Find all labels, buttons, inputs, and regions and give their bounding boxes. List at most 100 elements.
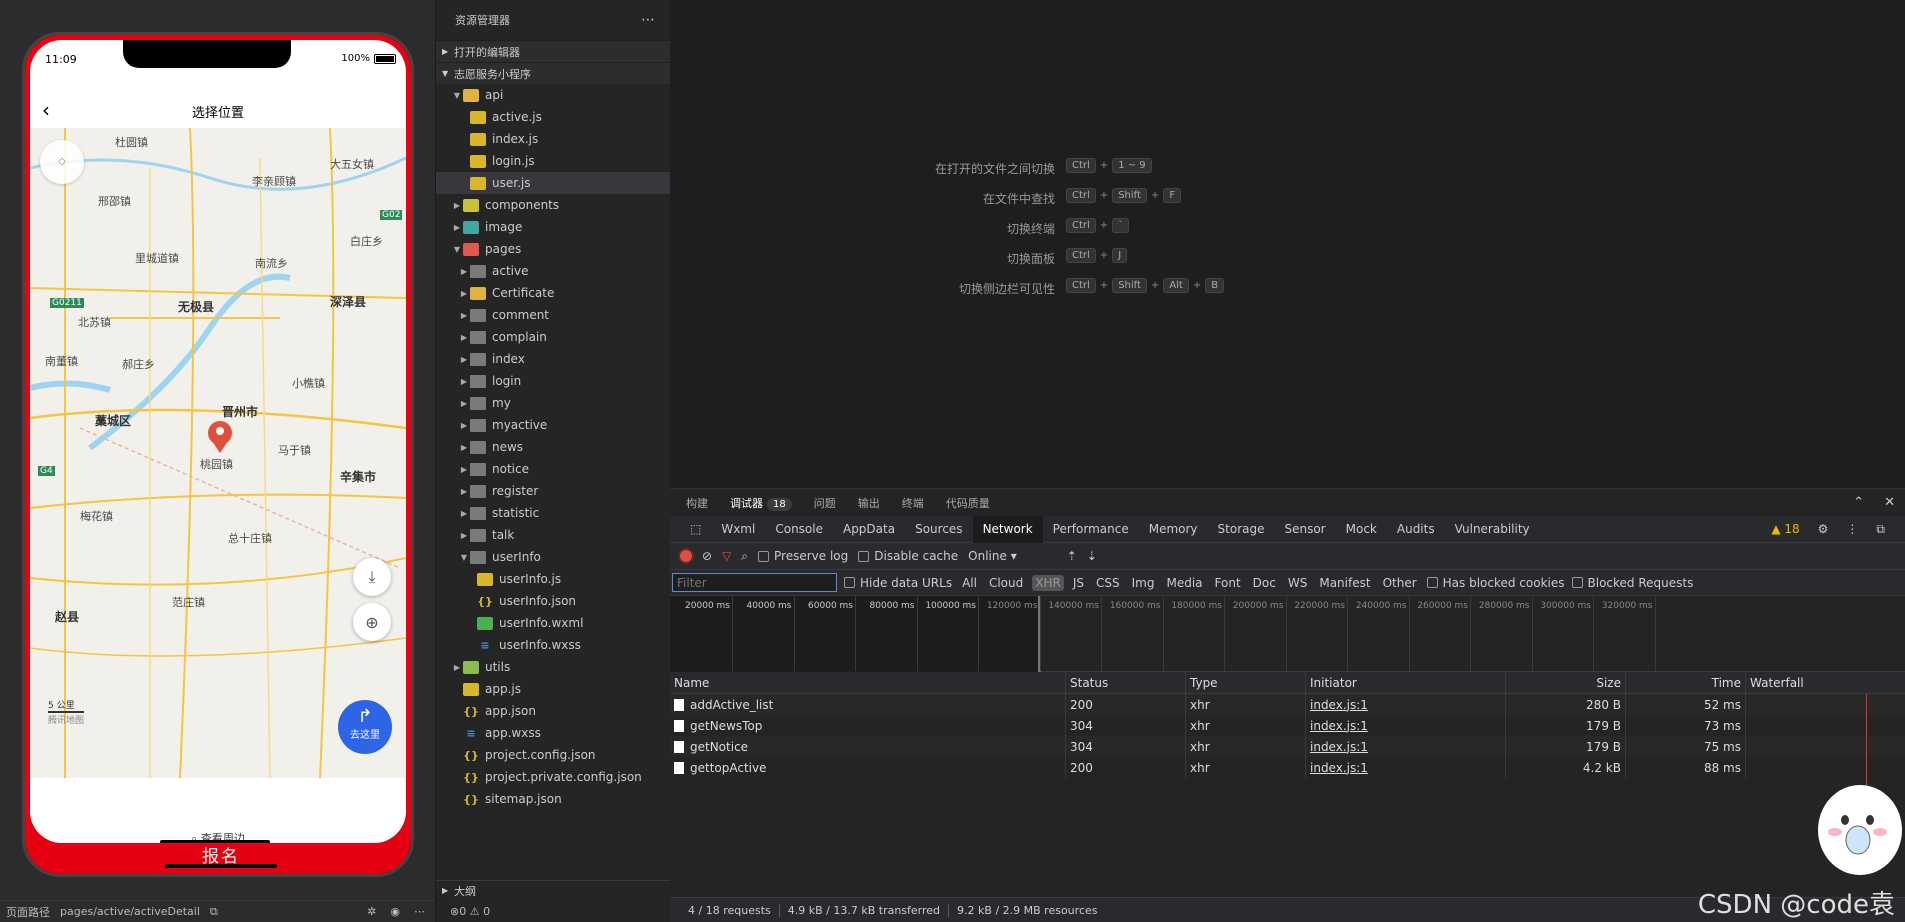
tree-item[interactable]: ▶ myactive <box>436 414 670 436</box>
record-icon[interactable] <box>680 550 692 562</box>
has-blocked-cookies-checkbox[interactable]: Has blocked cookies <box>1426 576 1565 590</box>
tree-item[interactable]: ▶ index <box>436 348 670 370</box>
inspect-icon[interactable]: ⬚ <box>680 516 711 543</box>
download-icon[interactable]: ⇣ <box>1087 549 1097 563</box>
tree-item[interactable]: ▶ Certificate <box>436 282 670 304</box>
warning-count[interactable]: ▲ 18 <box>1771 522 1799 536</box>
clear-icon[interactable]: ⊘ <box>702 549 712 563</box>
filter-type-manifest[interactable]: Manifest <box>1316 575 1373 591</box>
tab-debugger[interactable]: 调试器 18 <box>730 495 792 511</box>
tab-audits[interactable]: Audits <box>1387 516 1445 543</box>
filter-input[interactable] <box>672 573 837 592</box>
tree-item[interactable]: index.js <box>436 128 670 150</box>
tab-appdata[interactable]: AppData <box>833 516 905 543</box>
close-icon[interactable]: ✕ <box>1884 495 1895 510</box>
tree-item[interactable]: ▼ api <box>436 84 670 106</box>
tree-item[interactable]: ▶ image <box>436 216 670 238</box>
tree-item[interactable]: {} app.json <box>436 700 670 722</box>
tree-item[interactable]: ▶ notice <box>436 458 670 480</box>
column-header[interactable]: Name <box>670 672 1066 693</box>
network-timeline[interactable]: 20000 ms 40000 ms 60000 ms 80000 ms 100000 m… <box>670 596 1905 672</box>
column-header[interactable]: Waterfall <box>1746 672 1905 693</box>
download-icon[interactable]: ⤓ <box>353 558 391 596</box>
filter-type-css[interactable]: CSS <box>1093 575 1123 591</box>
tree-item[interactable]: user.js <box>436 172 670 194</box>
tree-item[interactable]: {} project.private.config.json <box>436 766 670 788</box>
tree-item[interactable]: ▶ talk <box>436 524 670 546</box>
tab-memory[interactable]: Memory <box>1139 516 1208 543</box>
filter-type-all[interactable]: All <box>959 575 980 591</box>
compass-icon[interactable]: ◇ <box>40 140 84 184</box>
column-header[interactable]: Initiator <box>1306 672 1506 693</box>
tab-output[interactable]: 输出 <box>858 495 880 511</box>
table-row[interactable]: getNotice 304 xhr index.js:1 179 B 75 ms <box>670 736 1905 757</box>
tree-item[interactable]: ▶ active <box>436 260 670 282</box>
throttle-select[interactable]: Online ▾ <box>968 549 1057 563</box>
filter-type-media[interactable]: Media <box>1163 575 1205 591</box>
filter-type-doc[interactable]: Doc <box>1250 575 1279 591</box>
tab-console[interactable]: Console <box>765 516 833 543</box>
page-path-label[interactable]: 页面路径 <box>6 904 50 920</box>
more-icon[interactable]: ⋯ <box>414 905 425 918</box>
column-header[interactable]: Type <box>1186 672 1306 693</box>
more-icon[interactable]: ⋯ <box>641 12 656 28</box>
tree-item[interactable]: ▶ comment <box>436 304 670 326</box>
tree-item[interactable]: ▼ pages <box>436 238 670 260</box>
bug-icon[interactable]: ✲ <box>367 905 376 918</box>
tab-code-quality[interactable]: 代码质量 <box>946 495 990 511</box>
disable-cache-checkbox[interactable]: Disable cache <box>858 549 958 563</box>
tree-item[interactable]: ▶ news <box>436 436 670 458</box>
tab-storage[interactable]: Storage <box>1208 516 1275 543</box>
copy-icon[interactable]: ⧉ <box>210 905 218 919</box>
upload-icon[interactable]: ⇡ <box>1067 549 1077 563</box>
tab-performance[interactable]: Performance <box>1043 516 1139 543</box>
tab-wxml[interactable]: Wxml <box>711 516 765 543</box>
search-icon[interactable]: ⌕ <box>741 549 748 564</box>
table-row[interactable]: getNewsTop 304 xhr index.js:1 179 B 73 ms <box>670 715 1905 736</box>
tree-item[interactable]: ≡ app.wxss <box>436 722 670 744</box>
problems-status[interactable]: ⊗ 0 ⚠ 0 <box>436 900 670 922</box>
column-header[interactable]: Time <box>1626 672 1746 693</box>
tab-network[interactable]: Network <box>972 515 1043 543</box>
chevron-up-icon[interactable]: ⌃ <box>1853 495 1864 510</box>
tree-item[interactable]: ▶ my <box>436 392 670 414</box>
outline-section[interactable]: ▶ 大纲 <box>436 880 670 900</box>
tree-item[interactable]: ▶ login <box>436 370 670 392</box>
go-here-button[interactable]: ↱ 去这里 <box>338 700 392 754</box>
tree-item[interactable]: {} userInfo.json <box>436 590 670 612</box>
undock-icon[interactable]: ⧉ <box>1876 522 1885 537</box>
filter-type-xhr[interactable]: XHR <box>1032 574 1064 591</box>
filter-type-cloud[interactable]: Cloud <box>986 575 1026 591</box>
filter-type-font[interactable]: Font <box>1212 575 1244 591</box>
cell-text[interactable]: index.js:1 <box>1310 698 1368 712</box>
gear-icon[interactable]: ⚙ <box>1818 522 1829 536</box>
locate-icon[interactable]: ⊕ <box>353 603 391 641</box>
preserve-log-checkbox[interactable]: Preserve log <box>758 549 848 563</box>
tree-item[interactable]: ▶ components <box>436 194 670 216</box>
tab-mock[interactable]: Mock <box>1336 516 1387 543</box>
tree-item[interactable]: login.js <box>436 150 670 172</box>
cell-text[interactable]: index.js:1 <box>1310 719 1368 733</box>
cell-text[interactable]: index.js:1 <box>1310 740 1368 754</box>
tree-item[interactable]: {} project.config.json <box>436 744 670 766</box>
tree-item[interactable]: ▶ complain <box>436 326 670 348</box>
tab-sensor[interactable]: Sensor <box>1274 516 1335 543</box>
table-row[interactable]: gettopActive 200 xhr index.js:1 4.2 kB 88 ms <box>670 757 1905 778</box>
tree-item[interactable]: userInfo.js <box>436 568 670 590</box>
tree-item[interactable]: ▼ userInfo <box>436 546 670 568</box>
filter-type-other[interactable]: Other <box>1380 575 1420 591</box>
tree-item[interactable]: ▶ utils <box>436 656 670 678</box>
tab-problems[interactable]: 问题 <box>814 495 836 511</box>
project-section[interactable]: ▼ 志愿服务小程序 <box>436 62 670 84</box>
tree-item[interactable]: active.js <box>436 106 670 128</box>
map-view[interactable]: 杜圆镇 大五女镇 李亲顾镇 邢邵镇 G02 白庄乡 里城道镇 南流乡 G0211… <box>30 128 406 778</box>
cell-text[interactable]: index.js:1 <box>1310 761 1368 775</box>
open-editors-section[interactable]: ▶ 打开的编辑器 <box>436 40 670 62</box>
tree-item[interactable]: userInfo.wxml <box>436 612 670 634</box>
tab-vulnerability[interactable]: Vulnerability <box>1445 516 1540 543</box>
tree-item[interactable]: ≡ userInfo.wxss <box>436 634 670 656</box>
column-header[interactable]: Size <box>1506 672 1626 693</box>
filter-type-js[interactable]: JS <box>1070 575 1087 591</box>
tab-terminal[interactable]: 终端 <box>902 495 924 511</box>
filter-icon[interactable]: ▽ <box>722 549 731 563</box>
